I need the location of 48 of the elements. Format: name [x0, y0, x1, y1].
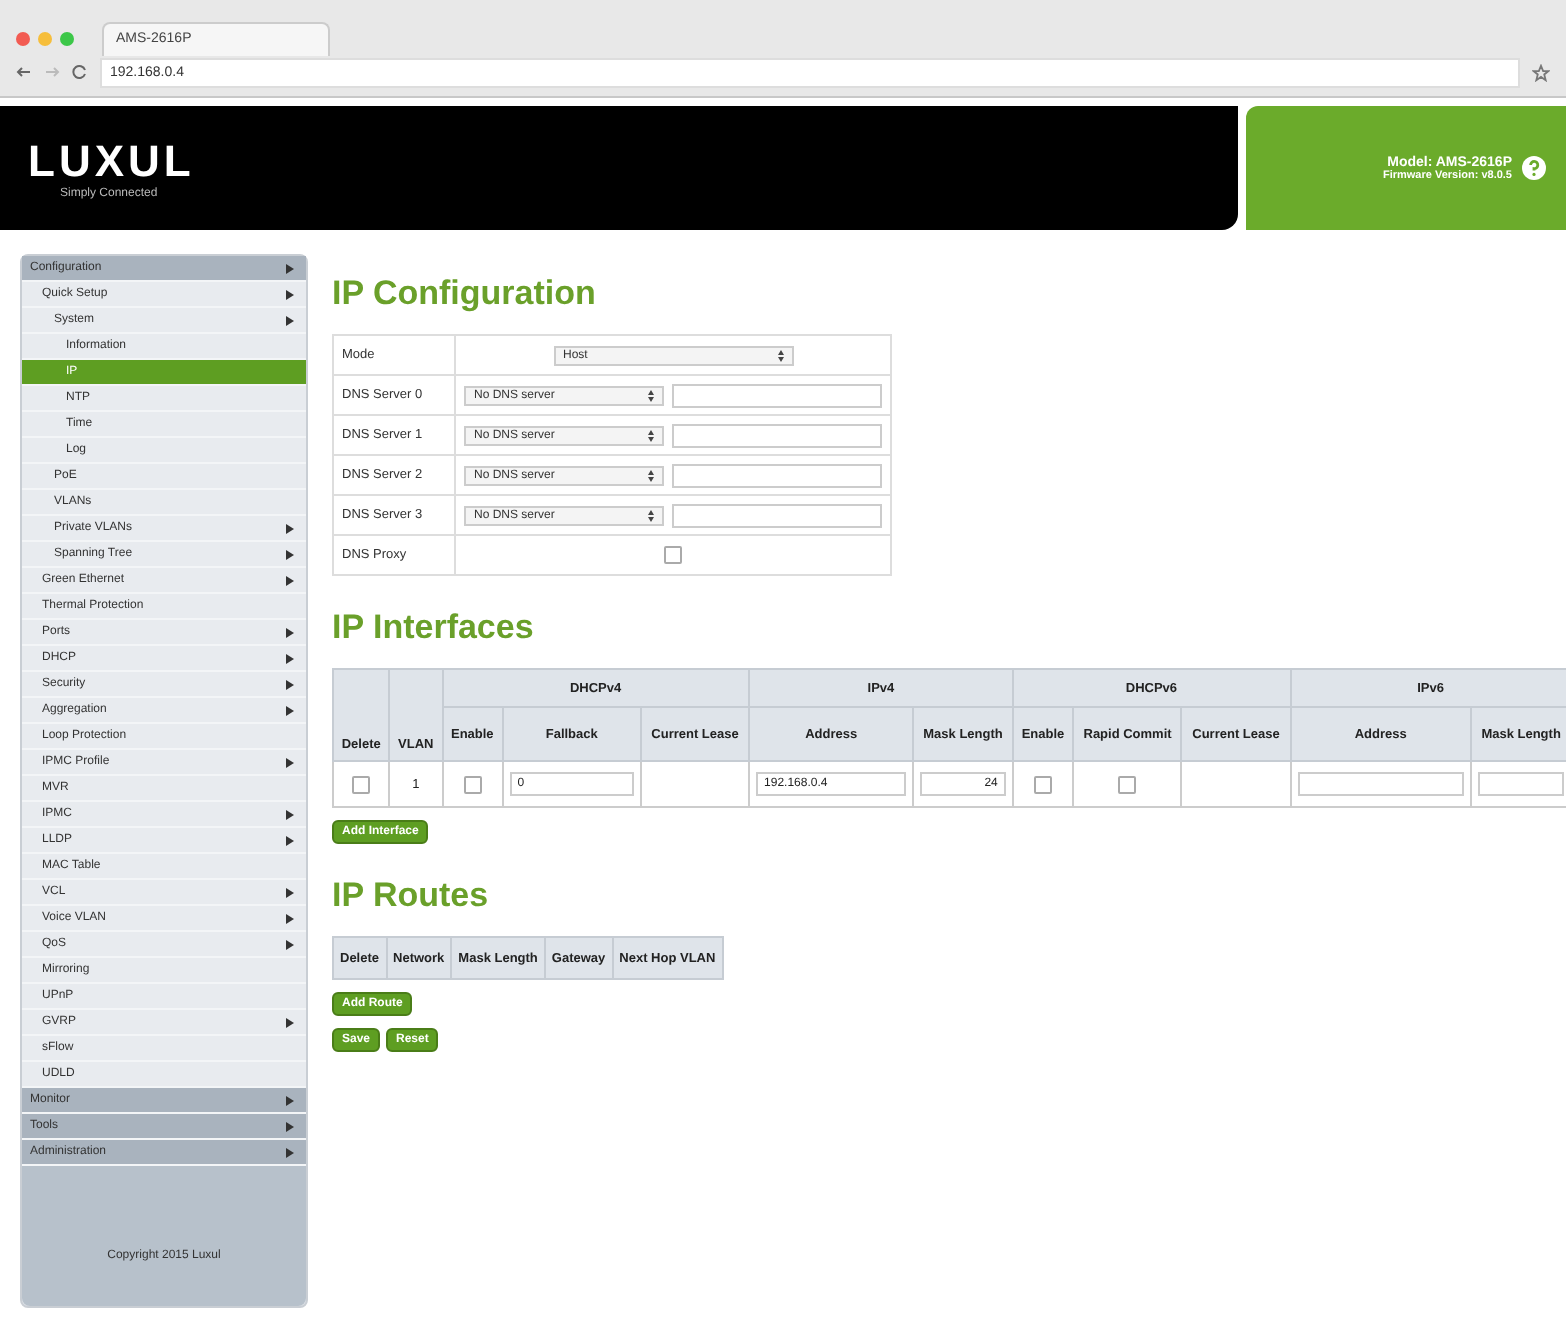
arrow-icon [286, 705, 294, 715]
window-zoom-button[interactable] [60, 31, 74, 45]
address-input-field[interactable] [1297, 772, 1465, 796]
updown-arrows-icon [648, 509, 654, 521]
help-icon[interactable] [1522, 156, 1546, 180]
section-title: IP Interfaces [332, 608, 536, 648]
checkbox[interactable] [1033, 775, 1052, 793]
dns-input-field[interactable] [672, 383, 882, 407]
arrow-icon [286, 523, 294, 533]
arrow-icon [286, 939, 294, 949]
dns-input-field[interactable] [672, 463, 882, 487]
logo: LUXUL [28, 136, 197, 187]
section-title: IP Configuration [332, 274, 598, 314]
arrow-icon [286, 315, 294, 325]
mask-input-field[interactable] [1478, 772, 1564, 796]
dns-input-field[interactable] [672, 423, 882, 447]
arrow-icon [286, 289, 294, 299]
updown-arrows-icon [777, 349, 783, 361]
section-title: IP Routes [332, 876, 491, 916]
reload-icon[interactable] [72, 64, 88, 80]
arrow-icon [286, 887, 294, 897]
arrow-icon [286, 263, 294, 273]
arrow-icon [286, 913, 294, 923]
arrow-icon [286, 1121, 294, 1131]
arrow-icon [286, 575, 294, 585]
forward-icon[interactable] [44, 64, 60, 80]
checkbox[interactable] [352, 775, 371, 793]
arrow-icon [286, 679, 294, 689]
star-icon[interactable] [1532, 63, 1550, 81]
arrow-icon [286, 757, 294, 767]
arrow-icon [286, 1095, 294, 1105]
arrow-icon [286, 627, 294, 637]
back-icon[interactable] [16, 64, 32, 80]
window-minimize-button[interactable] [38, 31, 52, 45]
window-close-button[interactable] [16, 31, 30, 45]
arrow-icon [286, 653, 294, 663]
checkbox[interactable] [463, 775, 482, 793]
arrow-icon [286, 549, 294, 559]
checkbox[interactable] [1118, 775, 1137, 793]
arrow-icon [286, 1147, 294, 1157]
updown-arrows-icon [648, 389, 654, 401]
arrow-icon [286, 809, 294, 819]
arrow-icon [286, 1017, 294, 1027]
arrow-icon [286, 835, 294, 845]
checkbox[interactable] [664, 546, 682, 564]
updown-arrows-icon [648, 429, 654, 441]
updown-arrows-icon [648, 469, 654, 481]
dns-input-field[interactable] [672, 503, 882, 527]
